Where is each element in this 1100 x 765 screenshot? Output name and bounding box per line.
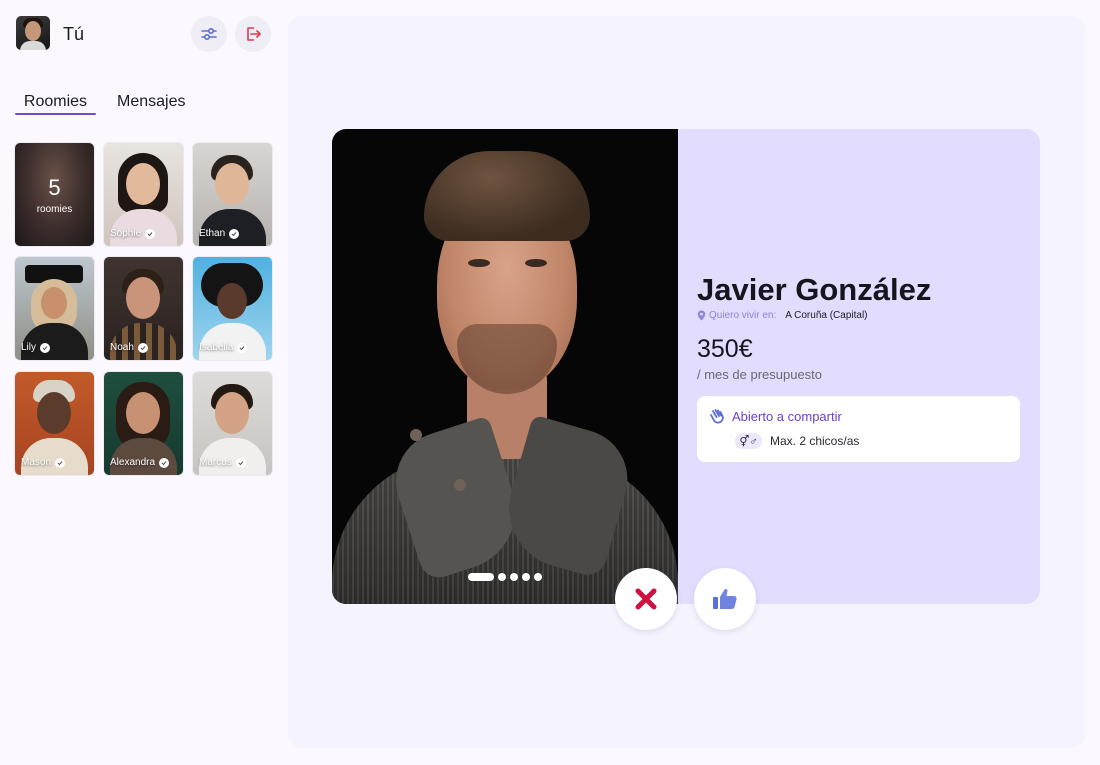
sharing-detail: Max. 2 chicos/as	[770, 434, 860, 448]
verified-icon	[235, 457, 246, 468]
roomie-tile[interactable]: Ethan	[193, 143, 272, 246]
profile-photo[interactable]	[332, 129, 678, 604]
roomie-name: Alexandra	[110, 457, 156, 468]
roomie-tile[interactable]: Noah	[104, 257, 183, 360]
sidebar: Tú Roomies Mensajes 5 roomies Sophie Eth…	[0, 0, 288, 765]
close-icon	[635, 588, 657, 610]
price-caption: / mes de presupuesto	[697, 367, 823, 382]
thumbs-up-icon	[713, 589, 737, 609]
roomie-tile[interactable]: Marcus	[193, 372, 272, 475]
verified-icon	[55, 457, 66, 468]
photo-dot-3[interactable]	[510, 573, 518, 581]
app: Tú Roomies Mensajes 5 roomies Sophie Eth…	[0, 0, 1100, 765]
photo-dot-2[interactable]	[498, 573, 506, 581]
verified-icon	[145, 228, 156, 239]
profile-price: 350€	[697, 335, 753, 363]
location-value: A Coruña (Capital)	[785, 310, 868, 321]
verified-icon	[229, 228, 240, 239]
verified-icon	[237, 342, 248, 353]
verified-icon	[137, 342, 148, 353]
sharing-title: Abierto a compartir	[732, 408, 842, 424]
roomie-tile[interactable]: Alexandra	[104, 372, 183, 475]
roomie-name: Mason	[21, 457, 52, 468]
user-avatar[interactable]	[16, 16, 50, 50]
roomie-tile[interactable]: Lily	[15, 257, 94, 360]
roomie-name: Sophie	[110, 228, 142, 239]
photo-dot-1[interactable]	[468, 573, 494, 581]
roomie-name: Isabella	[199, 342, 234, 353]
roomies-count: 5	[48, 175, 61, 200]
profile-location: Quiero vivir en: A Coruña (Capital)	[697, 310, 868, 321]
dislike-button[interactable]	[615, 568, 677, 630]
roomie-name: Marcus	[199, 457, 232, 468]
logout-icon	[247, 27, 261, 41]
tab-bar: Roomies Mensajes	[15, 88, 271, 116]
photo-dot-5[interactable]	[534, 573, 542, 581]
photo-dot-4[interactable]	[522, 573, 530, 581]
location-pin-icon	[697, 310, 706, 321]
logout-button[interactable]	[235, 16, 271, 52]
sliders-icon	[201, 27, 217, 41]
roomie-name: Ethan	[199, 228, 226, 239]
verified-icon	[159, 457, 170, 468]
tab-mensajes[interactable]: Mensajes	[117, 88, 185, 116]
roomies-counter-tile[interactable]: 5 roomies	[15, 143, 94, 246]
profile-name: Javier González	[697, 272, 932, 307]
tab-roomies[interactable]: Roomies	[15, 88, 96, 116]
roomie-tile[interactable]: Mason	[15, 372, 94, 475]
sharing-preferences: Abierto a compartir ⚥♂ Max. 2 chicos/as	[697, 396, 1020, 462]
photo-pagination	[468, 573, 542, 581]
location-label: Quiero vivir en:	[709, 310, 777, 321]
filters-button[interactable]	[191, 16, 227, 52]
waving-hand-icon	[710, 409, 724, 424]
like-button[interactable]	[694, 568, 756, 630]
roomie-tile[interactable]: Isabella	[193, 257, 272, 360]
user-name: Tú	[63, 24, 85, 44]
roomie-name: Lily	[21, 342, 37, 353]
verified-icon	[40, 342, 51, 353]
roomies-count-label: roomies	[36, 204, 73, 215]
roomie-name: Noah	[110, 342, 134, 353]
active-tab-indicator	[15, 113, 96, 115]
gender-icon: ⚥♂	[735, 433, 762, 449]
roomie-tile[interactable]: Sophie	[104, 143, 183, 246]
